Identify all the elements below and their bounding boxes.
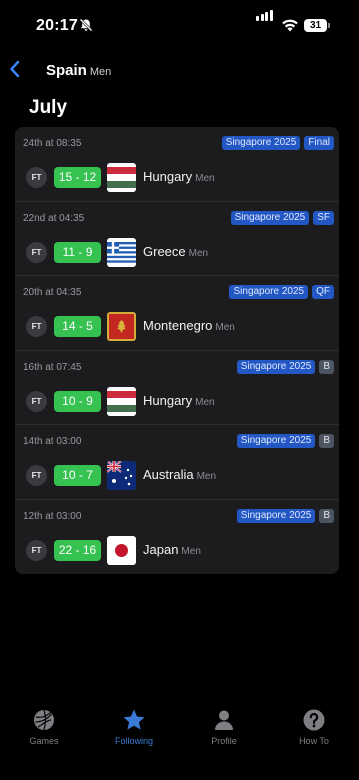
opponent-name: Japan (143, 541, 179, 557)
group-tag: B (319, 508, 334, 523)
star-icon (123, 709, 145, 730)
stage-tag: QF (312, 285, 334, 299)
opponent-gender: Men (195, 173, 215, 184)
opponent-gender: Men (215, 322, 235, 333)
opponent: Australia Men (143, 467, 216, 482)
status-bar: 20:17 31 (0, 0, 359, 48)
month-header: July (29, 97, 68, 118)
opponent-name: Hungary (143, 169, 193, 184)
group-tag: B (319, 359, 334, 374)
match-date: 14th at 03:00 (23, 436, 82, 447)
montenegro-flag-icon (107, 312, 136, 341)
status-badge: FT (26, 167, 47, 188)
opponent-name: Montenegro (143, 318, 213, 333)
person-icon (215, 710, 233, 730)
score-badge: 11 - 9 (54, 241, 101, 263)
score-badge: 14 - 5 (54, 316, 101, 337)
competition-tag: Singapore 2025 (230, 210, 310, 225)
stage-tag: Final (304, 136, 334, 150)
opponent-name: Hungary (143, 392, 193, 408)
opponent: Hungary Men (143, 169, 215, 184)
opponent-gender: Men (196, 471, 217, 482)
competition-tag: Singapore 2025 (221, 136, 301, 150)
score-badge: 22 - 16 (54, 539, 101, 561)
match-row[interactable]: 20th at 04:35 Singapore 2025 QF FT 14 - 5… (15, 276, 339, 351)
hungary-flag-icon (107, 386, 136, 416)
tab-label: Following (114, 736, 154, 746)
match-list: 24th at 08:35 Singapore 2025 Final FT 15 … (15, 127, 339, 574)
competition-tag: Singapore 2025 (236, 434, 316, 448)
competition-tag: Singapore 2025 (236, 508, 316, 523)
clock: 20:17 (36, 17, 78, 34)
navigation-bar: Spain Men (0, 52, 359, 88)
competition-tag: Singapore 2025 (229, 285, 309, 299)
match-date: 12th at 03:00 (23, 510, 82, 522)
tab-profile[interactable]: Profile (189, 708, 259, 746)
bell-muted-icon (79, 18, 93, 32)
match-row[interactable]: 22nd at 04:35 Singapore 2025 SF FT 11 - 9… (15, 202, 339, 276)
opponent-name: Australia (143, 467, 194, 482)
ball-icon (34, 709, 54, 731)
score-badge: 15 - 12 (54, 167, 101, 188)
greece-flag-icon (107, 237, 136, 267)
battery-indicator: 31 (304, 19, 330, 32)
opponent-name: Greece (143, 243, 186, 259)
opponent: Greece Men (143, 244, 208, 259)
stage-tag: SF (313, 210, 334, 225)
match-row[interactable]: 16th at 07:45 Singapore 2025 B FT 10 - 9 … (15, 351, 339, 425)
question-icon (303, 709, 325, 731)
japan-flag-icon (107, 535, 136, 565)
opponent: Montenegro Men (143, 318, 235, 333)
score-badge: 10 - 9 (54, 390, 101, 412)
tab-label: Games (29, 736, 59, 746)
tab-games[interactable]: Games (9, 708, 79, 746)
match-date: 16th at 07:45 (23, 361, 82, 373)
status-badge: FT (26, 465, 47, 486)
australia-flag-icon (107, 461, 136, 490)
tab-how-to[interactable]: How To (279, 708, 349, 746)
match-row[interactable]: 24th at 08:35 Singapore 2025 Final FT 15 … (15, 127, 339, 202)
match-date: 20th at 04:35 (23, 287, 82, 298)
opponent-gender: Men (188, 247, 209, 259)
match-row[interactable]: 14th at 03:00 Singapore 2025 B FT 10 - 7 … (15, 425, 339, 500)
hungary-flag-icon (107, 163, 136, 192)
opponent-gender: Men (181, 545, 201, 557)
status-badge: FT (26, 316, 47, 337)
status-badge: FT (26, 539, 47, 561)
opponent: Japan Men (143, 542, 201, 557)
match-date: 22nd at 04:35 (23, 212, 85, 224)
status-badge: FT (26, 390, 47, 412)
team-gender: Men (89, 66, 112, 78)
opponent-gender: Men (195, 396, 215, 408)
tab-label: Profile (211, 736, 237, 746)
tab-following[interactable]: Following (99, 708, 169, 746)
competition-tag: Singapore 2025 (236, 359, 316, 374)
match-date: 24th at 08:35 (23, 138, 82, 149)
status-badge: FT (26, 241, 47, 263)
match-row[interactable]: 12th at 03:00 Singapore 2025 B FT 22 - 16… (15, 500, 339, 575)
opponent: Hungary Men (143, 393, 215, 408)
wifi-icon (282, 19, 298, 32)
tab-bar: Games Following Profile How To (0, 700, 359, 760)
score-badge: 10 - 7 (54, 465, 101, 486)
tab-label: How To (299, 736, 329, 746)
back-chevron-icon[interactable] (8, 58, 22, 80)
team-name: Spain (46, 62, 87, 79)
page-title: Spain Men (46, 62, 111, 79)
group-tag: B (319, 434, 334, 448)
